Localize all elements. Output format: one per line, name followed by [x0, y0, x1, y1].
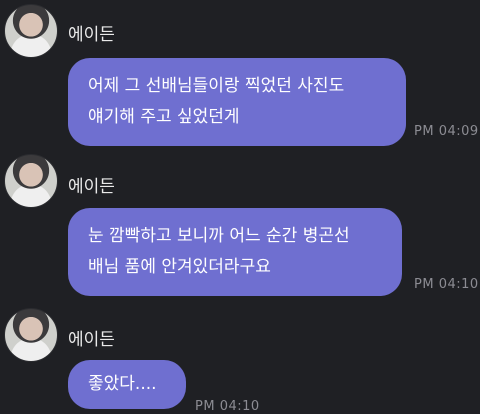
message-line: 눈 깜빡하고 보니까 어느 순간 병곤선: [88, 226, 350, 246]
message-time: PM 04:10: [195, 399, 260, 414]
message-line: 얘기해 주고 싶었던게: [88, 107, 240, 127]
sender-name: 에이든: [68, 177, 115, 197]
sender-name: 에이든: [68, 330, 115, 350]
message-time: PM 04:09: [414, 124, 479, 139]
sender-avatar[interactable]: [4, 154, 58, 208]
message-bubble[interactable]: 어제 그 선배님들이랑 찍었던 사진도 얘기해 주고 싶었던게: [68, 58, 406, 146]
message-line: 어제 그 선배님들이랑 찍었던 사진도: [88, 76, 345, 96]
message-line: 배님 품에 안겨있더라구요: [88, 257, 271, 277]
sender-avatar[interactable]: [4, 308, 58, 362]
message-time: PM 04:10: [414, 277, 479, 292]
sender-name: 에이든: [68, 25, 115, 45]
message-bubble[interactable]: 좋았다....: [68, 360, 186, 409]
message-line: 좋았다....: [88, 374, 157, 394]
message-bubble[interactable]: 눈 깜빡하고 보니까 어느 순간 병곤선 배님 품에 안겨있더라구요: [68, 208, 402, 296]
sender-avatar[interactable]: [4, 4, 58, 58]
